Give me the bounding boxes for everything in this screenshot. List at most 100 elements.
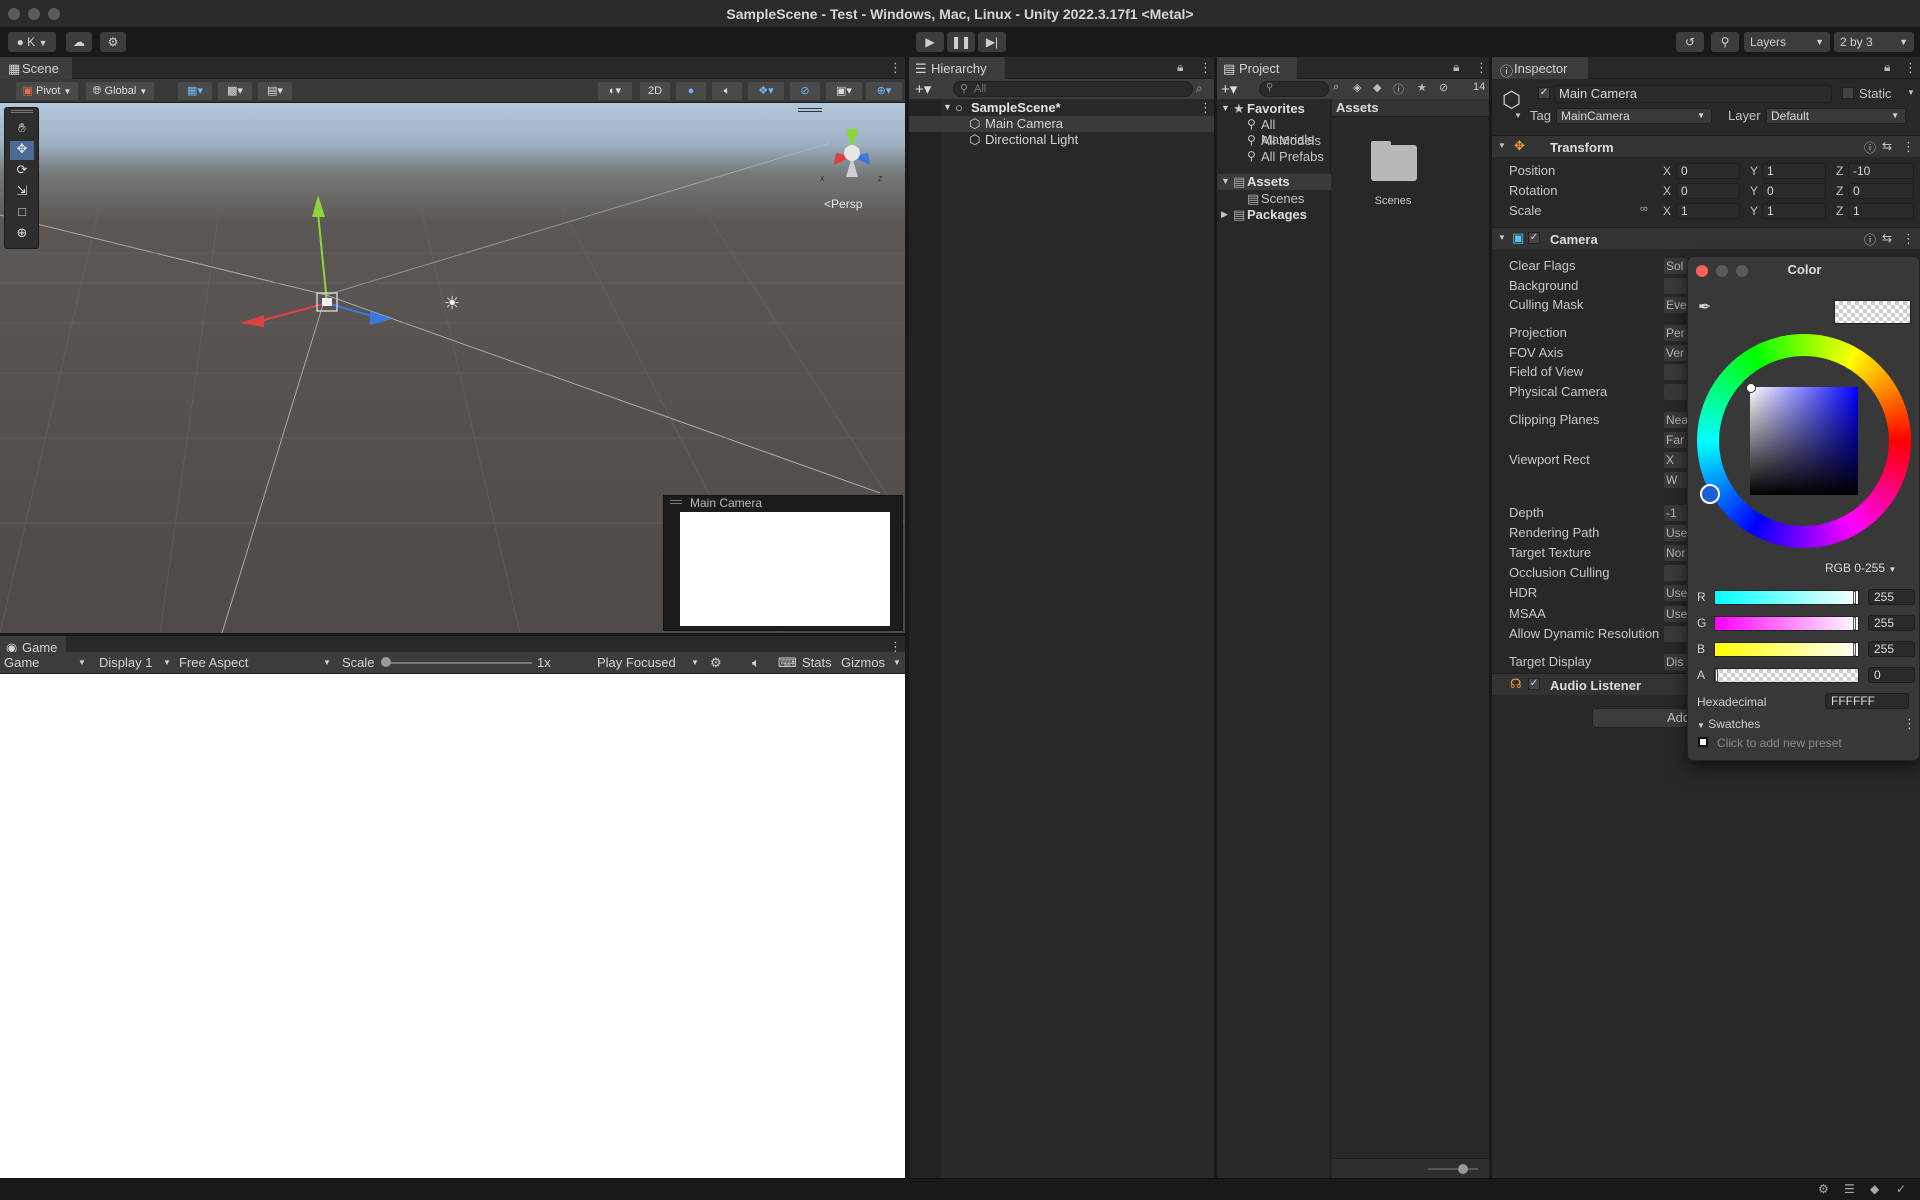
play-button[interactable]: ▶	[916, 32, 944, 52]
chevron-down-icon[interactable]: ▼	[1907, 88, 1915, 97]
camera-field-value[interactable]: Far	[1664, 432, 1687, 448]
help-icon[interactable]: ⓘ	[1864, 139, 1876, 156]
scale-slider[interactable]	[384, 662, 532, 664]
r-value-field[interactable]: 255	[1868, 589, 1915, 605]
hidden-packages-icon[interactable]: ⊘	[1439, 81, 1448, 94]
tag-dropdown[interactable]: MainCamera ▼	[1556, 108, 1712, 124]
expand-arrow-icon[interactable]: ▼	[1221, 176, 1230, 186]
b-slider-thumb[interactable]	[1853, 643, 1856, 656]
layer-dropdown[interactable]: Default ▼	[1766, 108, 1906, 124]
projection-toggle[interactable]: <Persp	[824, 197, 862, 211]
scenes-folder-tile[interactable]: Scenes	[1353, 137, 1433, 217]
scene-menu-icon[interactable]: ⋮	[1199, 100, 1212, 116]
scale-z-field[interactable]: 1	[1848, 203, 1914, 219]
swatches-menu-icon[interactable]: ⋮	[1903, 716, 1916, 732]
search-button[interactable]: ⚲	[1711, 32, 1739, 52]
add-icon[interactable]: +▾	[1221, 80, 1237, 98]
search-by-type-icon[interactable]: ⌕	[1333, 81, 1339, 94]
audio-toggle-button[interactable]: 🔈︎	[712, 82, 742, 100]
keyboard-icon[interactable]: ⌨	[778, 655, 797, 671]
lock-icon[interactable]: 🔒︎	[1453, 60, 1459, 75]
camera-field-value[interactable]: Per	[1664, 325, 1687, 341]
hex-field[interactable]: FFFFFF	[1825, 693, 1909, 709]
vertex-snap-button[interactable]: ▤▾	[258, 82, 292, 100]
panel-menu-icon[interactable]: ⋮	[1475, 60, 1488, 76]
mute-audio-icon[interactable]: 🔈︎	[752, 655, 760, 671]
tab-hierarchy[interactable]: ☰ Hierarchy	[909, 57, 1005, 79]
lock-icon[interactable]: 🔒︎	[1884, 60, 1890, 75]
r-slider[interactable]	[1714, 590, 1859, 605]
rotation-z-field[interactable]: 0	[1848, 183, 1914, 199]
link-icon[interactable]: ∞	[1640, 203, 1648, 215]
increment-snap-button[interactable]: ▩▾	[218, 82, 252, 100]
aspect-dropdown[interactable]: Free Aspect ▼	[179, 655, 333, 670]
move-tool-icon[interactable]: ✥	[10, 141, 34, 160]
g-slider[interactable]	[1714, 616, 1859, 631]
gizmos-dropdown[interactable]: Gizmos ▼	[841, 655, 901, 670]
camera-header[interactable]: ▼ ▣ ✓ Camera ⓘ ⇆ ⋮	[1492, 227, 1920, 249]
active-checkbox[interactable]: ✓	[1538, 87, 1550, 99]
layers-status-icon[interactable]: ☰	[1844, 1182, 1855, 1196]
display-dropdown[interactable]: Display 1 ▼	[99, 655, 173, 670]
tree-assets[interactable]: ▼ ▤ Assets	[1217, 174, 1331, 190]
camera-settings-dropdown[interactable]: ▣▾	[826, 82, 862, 100]
label-icon[interactable]: ◆	[1373, 81, 1381, 94]
preset-icon[interactable]: ⇆	[1882, 139, 1892, 153]
camera-field-value[interactable]: Eve	[1664, 297, 1687, 313]
position-y-field[interactable]: 1	[1762, 163, 1826, 179]
color-mode-dropdown[interactable]: RGB 0-255 ▼	[1825, 561, 1909, 577]
tree-packages[interactable]: ▶ ▤ Packages	[1217, 207, 1331, 223]
collab-button[interactable]: ⚙	[100, 32, 126, 52]
move-gizmo[interactable]	[230, 193, 400, 333]
rect-tool-icon[interactable]: □	[10, 204, 34, 223]
camera-field-value[interactable]	[1664, 364, 1687, 380]
rotate-tool-icon[interactable]: ⟳	[10, 162, 34, 181]
grid-snap-button[interactable]: ▦▾	[178, 82, 212, 100]
orientation-gizmo[interactable]: x z	[812, 113, 892, 193]
breadcrumb-label[interactable]: Assets	[1336, 100, 1379, 115]
scale-x-field[interactable]: 1	[1676, 203, 1740, 219]
sv-cursor[interactable]	[1746, 383, 1756, 393]
expand-arrow-icon[interactable]: ▼	[1221, 103, 1230, 113]
a-slider[interactable]	[1714, 668, 1859, 683]
component-menu-icon[interactable]: ⋮	[1902, 139, 1915, 155]
camera-field-value[interactable]	[1664, 565, 1687, 581]
swatch-white[interactable]	[1698, 737, 1708, 747]
pivot-dropdown[interactable]: ▣ Pivot ▼	[16, 82, 78, 100]
camera-field-value[interactable]: Dis	[1664, 654, 1687, 670]
overlay-handle-icon[interactable]	[11, 110, 33, 113]
camera-field-value[interactable]: W	[1664, 472, 1687, 488]
toggle-2d-button[interactable]: 2D	[640, 82, 670, 100]
network-status-icon[interactable]: ◆	[1870, 1182, 1879, 1196]
play-focused-dropdown[interactable]: Play Focused ▼	[597, 655, 701, 670]
hierarchy-item[interactable]: ⬡ Main Camera	[909, 116, 1214, 132]
static-checkbox[interactable]	[1842, 87, 1854, 99]
scene-view[interactable]: ☀ x z <Persp ✋︎ ✥ ⟳ ⇲ □ ⊕ Main Camera	[0, 103, 905, 633]
tree-item[interactable]: ▤ Scenes	[1217, 191, 1331, 207]
tab-scene[interactable]: ▦ Scene	[0, 57, 72, 79]
global-dropdown[interactable]: 🌐︎ Global ▼	[86, 82, 154, 100]
rotation-x-field[interactable]: 0	[1676, 183, 1740, 199]
hidden-objects-button[interactable]: ⊘	[790, 82, 820, 100]
hue-cursor[interactable]	[1700, 484, 1720, 504]
a-value-field[interactable]: 0	[1868, 667, 1915, 683]
stats-button[interactable]: Stats	[802, 655, 832, 670]
directional-light-icon[interactable]: ☀	[444, 293, 460, 314]
camera-field-value[interactable]	[1664, 384, 1687, 400]
rotation-y-field[interactable]: 0	[1762, 183, 1826, 199]
layout-dropdown[interactable]: 2 by 3 ▼	[1834, 32, 1914, 52]
tree-favorites[interactable]: ▼ ★ Favorites	[1217, 101, 1331, 117]
lighting-toggle-button[interactable]: ●	[676, 82, 706, 100]
preview-handle-icon[interactable]	[670, 500, 682, 504]
scale-y-field[interactable]: 1	[1762, 203, 1826, 219]
filter-type-icon[interactable]: ◈	[1353, 81, 1361, 94]
r-slider-thumb[interactable]	[1853, 591, 1856, 604]
camera-field-value[interactable]: Nor	[1664, 545, 1687, 561]
hierarchy-item[interactable]: ⬡ Directional Light	[909, 132, 1214, 148]
help-icon[interactable]: ⓘ	[1864, 231, 1876, 248]
drag-handle-icon[interactable]	[798, 108, 822, 112]
bug-icon[interactable]: ⚙	[710, 655, 722, 671]
tree-item[interactable]: ⚲ All Materials	[1217, 117, 1331, 147]
b-slider[interactable]	[1714, 642, 1859, 657]
favorite-star-icon[interactable]: ★	[1417, 81, 1427, 94]
